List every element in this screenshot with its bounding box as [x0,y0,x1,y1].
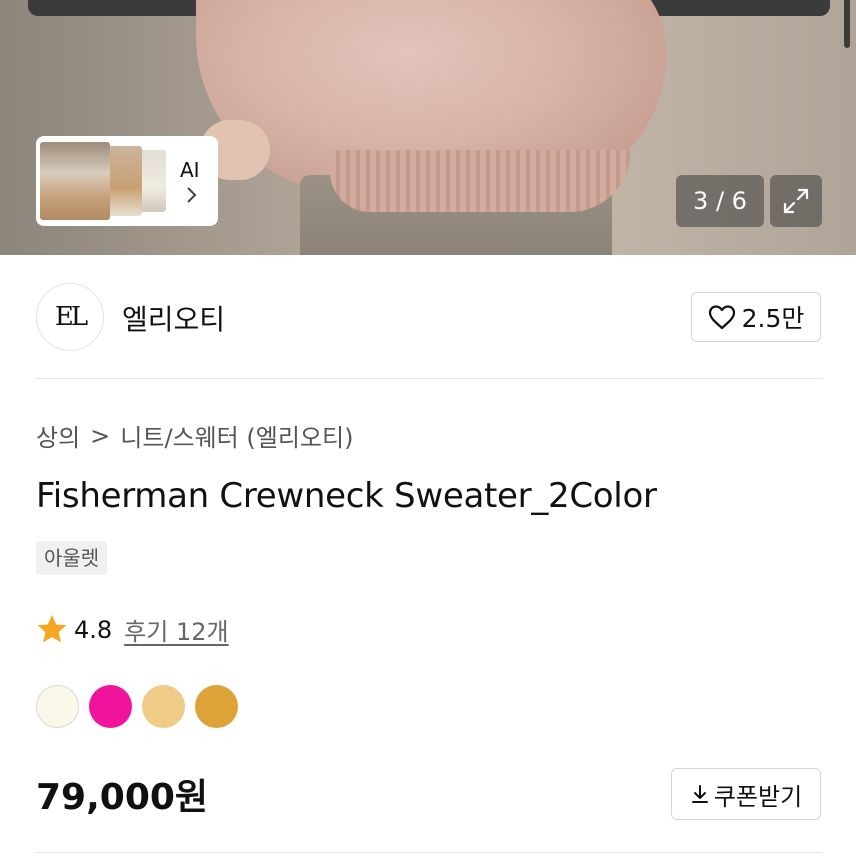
review-link[interactable]: 후기 12개 [124,612,228,647]
breadcrumb-subcategory[interactable]: 니트/스웨터 (엘리오티) [120,424,353,452]
expand-arrows-icon [783,188,809,214]
divider [36,852,822,853]
scrollbar [844,0,850,48]
expand-button[interactable] [770,175,822,227]
like-count: 2.5만 [741,304,805,333]
star-icon [37,615,67,643]
heart-outline-icon [708,305,735,330]
download-arrow-icon [691,785,708,803]
ai-label: AI [180,158,200,182]
product-title: Fisherman Crewneck Sweater_2Color [36,476,657,516]
like-button[interactable]: 2.5만 [691,292,821,342]
product-photo-detail [330,150,630,212]
color-swatch-3[interactable] [142,685,185,728]
image-counter: 3 / 6 [676,175,764,227]
brand-name[interactable]: 엘리오티 [122,298,225,338]
breadcrumb: 상의 > 니트/스웨터 (엘리오티) [36,418,353,453]
color-swatch-1[interactable] [36,685,79,728]
brand-logo[interactable]: EL [36,283,104,351]
color-swatch-4[interactable] [195,685,238,728]
product-price: 79,000원 [36,777,209,818]
breadcrumb-category[interactable]: 상의 [36,424,80,452]
divider [36,378,822,379]
ai-thumbnail [40,142,110,220]
color-swatches [36,685,238,728]
coupon-download-button[interactable]: 쿠폰받기 [671,768,821,820]
chevron-right-icon [186,186,198,209]
ai-styling-button[interactable]: AI [36,136,218,226]
color-swatch-2[interactable] [89,685,132,728]
rating-value: 4.8 [74,615,113,644]
breadcrumb-separator: > [90,421,111,450]
product-image-gallery[interactable]: AI 3 / 6 [0,0,856,255]
rating-row: 4.8 후기 12개 [36,612,229,647]
outlet-badge: 아울렛 [36,541,108,575]
coupon-label: 쿠폰받기 [713,782,803,811]
